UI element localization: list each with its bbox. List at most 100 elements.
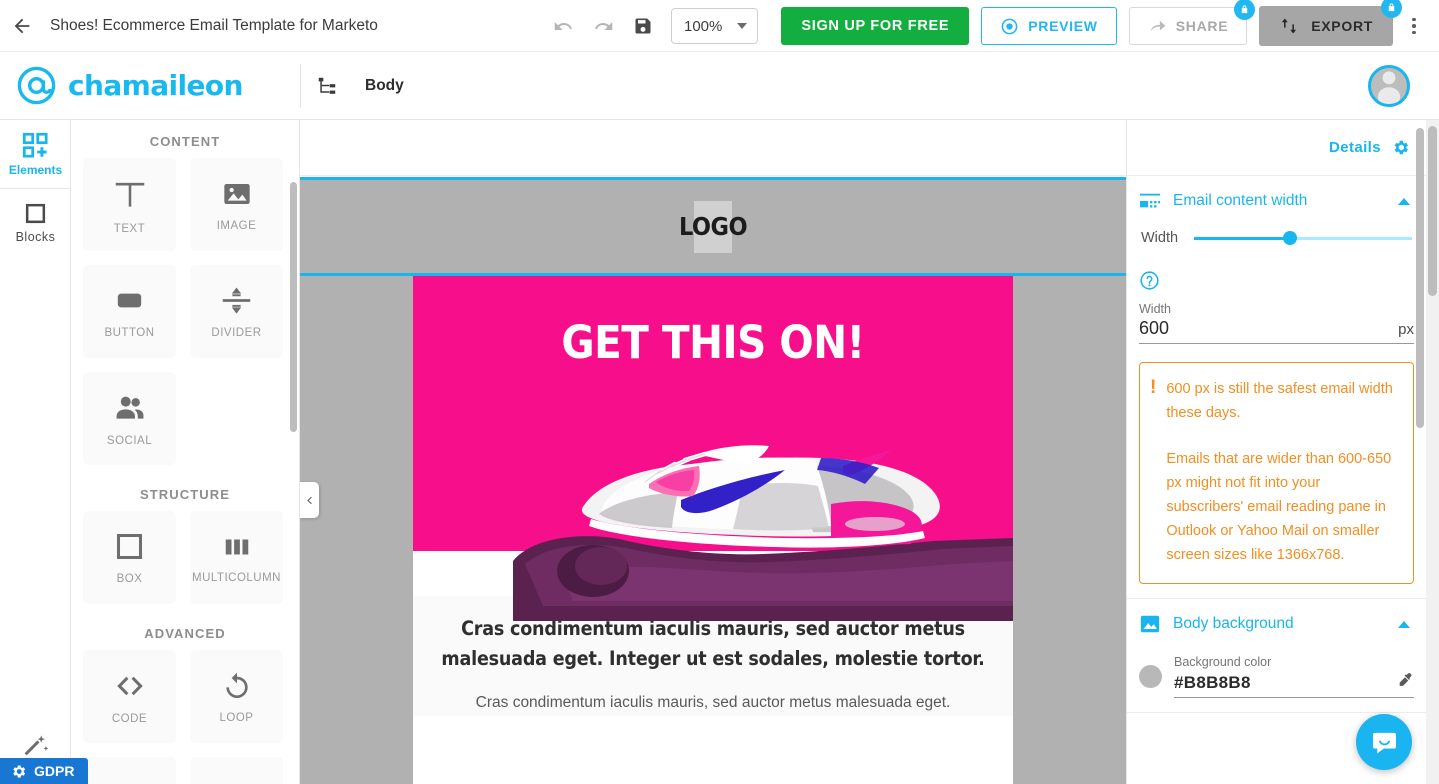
element-tile-button[interactable]: BUTTON (83, 265, 176, 358)
color-swatch[interactable] (1139, 665, 1162, 688)
details-button[interactable]: Details (1127, 120, 1426, 176)
background-color-field[interactable]: Background color #B8B8B8 (1174, 655, 1414, 698)
topbar-center-tools: 100% (543, 0, 758, 52)
preview-label: PREVIEW (1028, 18, 1098, 34)
elements-panel: CONTENT TEXT IMAGE BUTTON DIVIDER SOCIAL… (71, 120, 300, 784)
multicolumn-icon (225, 539, 248, 554)
email-header-block[interactable]: LOGO (300, 180, 1126, 273)
structure-tile-grid: BOX MULTICOLUMN (71, 511, 299, 604)
slider-thumb[interactable] (1283, 231, 1298, 245)
zoom-level-select[interactable]: 100% (671, 8, 758, 44)
gdpr-button[interactable]: GDPR (0, 758, 89, 784)
back-arrow-icon[interactable] (0, 0, 44, 52)
element-tile-gallery[interactable] (190, 757, 283, 784)
element-tile-split[interactable] (83, 757, 176, 784)
share-button[interactable]: SHARE (1128, 0, 1256, 45)
gdpr-label: GDPR (34, 763, 75, 779)
chamaileon-logo[interactable]: chamaileon (16, 65, 243, 106)
width-input-value[interactable]: 600 (1139, 318, 1169, 339)
window-scrollbar-track (1426, 120, 1439, 784)
section-header-email-width[interactable]: Email content width (1139, 176, 1414, 226)
topbar-right-actions: SIGN UP FOR FREE PREVIEW SHARE EXPORT (781, 0, 1431, 52)
width-input-field[interactable]: Width 600 px (1139, 302, 1414, 344)
avatar[interactable] (1368, 64, 1410, 107)
properties-panel-scrollbar[interactable] (1416, 128, 1424, 428)
tile-label: IMAGE (216, 219, 257, 232)
sign-up-button[interactable]: SIGN UP FOR FREE (781, 7, 970, 45)
sidebar-item-label: Elements (8, 162, 63, 177)
sidebar-item-label: Blocks (15, 229, 56, 244)
section-title: Email content width (1173, 192, 1308, 209)
chevron-up-icon[interactable] (1398, 197, 1410, 205)
element-tile-code[interactable]: CODE (83, 650, 176, 743)
chevron-up-icon[interactable] (1398, 620, 1410, 628)
tile-label: TEXT (113, 222, 146, 235)
element-tile-loop[interactable]: LOOP (190, 650, 283, 743)
element-tile-box[interactable]: BOX (83, 511, 176, 604)
email-body-region: GET THIS ON! Cras condimentum iaculis ma… (300, 276, 1126, 784)
gear-icon (1394, 140, 1408, 155)
zoom-level-value: 100% (684, 17, 723, 35)
export-arrows-icon (1282, 18, 1297, 34)
loop-refresh-icon (225, 672, 248, 698)
field-label: Width (1139, 302, 1171, 316)
element-tile-image[interactable]: IMAGE (190, 158, 283, 251)
panel-collapse-handle[interactable] (300, 482, 319, 518)
top-toolbar: Shoes! Ecommerce Email Template for Mark… (0, 0, 1439, 52)
element-tile-divider[interactable]: DIVIDER (190, 265, 283, 358)
divider (300, 64, 301, 108)
element-tile-text[interactable]: TEXT (83, 158, 176, 251)
undo-icon[interactable] (543, 0, 583, 52)
email-canvas: LOGO GET THIS ON! Cras condimentum iacul… (300, 120, 1126, 784)
tile-label: CODE (111, 712, 148, 725)
logo-text: LOGO (678, 212, 748, 241)
tile-label: SOCIAL (106, 434, 153, 447)
body-heading: Cras condimentum iaculis mauris, sed auc… (441, 617, 985, 670)
section-header-body-background[interactable]: Body background (1139, 599, 1414, 649)
body-background-section: Body background Background color #B8B8B8 (1127, 599, 1426, 713)
section-title-advanced: ADVANCED (144, 626, 226, 641)
sidebar-item-elements[interactable]: Elements (0, 120, 71, 188)
blocks-square-icon (25, 203, 46, 223)
canvas-body: LOGO GET THIS ON! Cras condimentum iacul… (300, 177, 1126, 784)
save-icon[interactable] (623, 0, 663, 52)
element-tile-multicolumn[interactable]: MULTICOLUMN (190, 511, 283, 604)
section-title-structure: STRUCTURE (139, 487, 231, 502)
logo-placeholder[interactable]: LOGO (679, 200, 748, 253)
chat-bubble-icon[interactable] (1356, 714, 1412, 770)
canvas-toolstrip (300, 120, 1126, 176)
box-outline-icon (116, 533, 143, 560)
redo-icon[interactable] (583, 0, 623, 52)
kebab-menu-icon[interactable] (1397, 0, 1431, 52)
magic-wand-icon[interactable] (0, 732, 71, 760)
slider-fill (1194, 237, 1290, 240)
help-circle-icon[interactable] (1139, 270, 1160, 291)
share-arrow-icon (1150, 20, 1166, 31)
width-slider[interactable] (1194, 230, 1412, 246)
export-button[interactable]: EXPORT (1259, 0, 1402, 46)
element-tile-social[interactable]: SOCIAL (83, 372, 176, 465)
body-paragraph: Cras condimentum iaculis mauris, sed auc… (475, 694, 951, 711)
export-label: EXPORT (1311, 18, 1373, 34)
lock-icon (1234, 0, 1256, 20)
social-people-icon (116, 396, 143, 419)
structure-tree-icon[interactable] (316, 75, 338, 97)
eyedropper-icon[interactable] (1397, 671, 1414, 688)
note-paragraph-2: Emails that are wider than 600-650 px mi… (1166, 451, 1392, 563)
color-field-label: Background color (1174, 655, 1272, 669)
tile-label: MULTICOLUMN (192, 571, 281, 584)
exclamation-icon: ! (1150, 377, 1157, 398)
advanced-tile-grid: CODE LOOP (71, 650, 299, 784)
product-shoe-image[interactable] (413, 386, 1013, 621)
sidebar-item-blocks[interactable]: Blocks (0, 188, 71, 256)
button-icon (117, 293, 142, 308)
page-title: Shoes! Ecommerce Email Template for Mark… (50, 16, 378, 34)
elements-grid-icon (22, 132, 48, 158)
width-slider-row: Width (1139, 230, 1414, 246)
window-scrollbar-thumb[interactable] (1428, 126, 1437, 296)
slider-label: Width (1141, 230, 1179, 246)
elements-panel-scrollbar[interactable] (290, 182, 297, 432)
preview-button[interactable]: PREVIEW (981, 7, 1117, 45)
chevron-down-icon (737, 23, 747, 29)
background-color-value[interactable]: #B8B8B8 (1174, 673, 1251, 693)
